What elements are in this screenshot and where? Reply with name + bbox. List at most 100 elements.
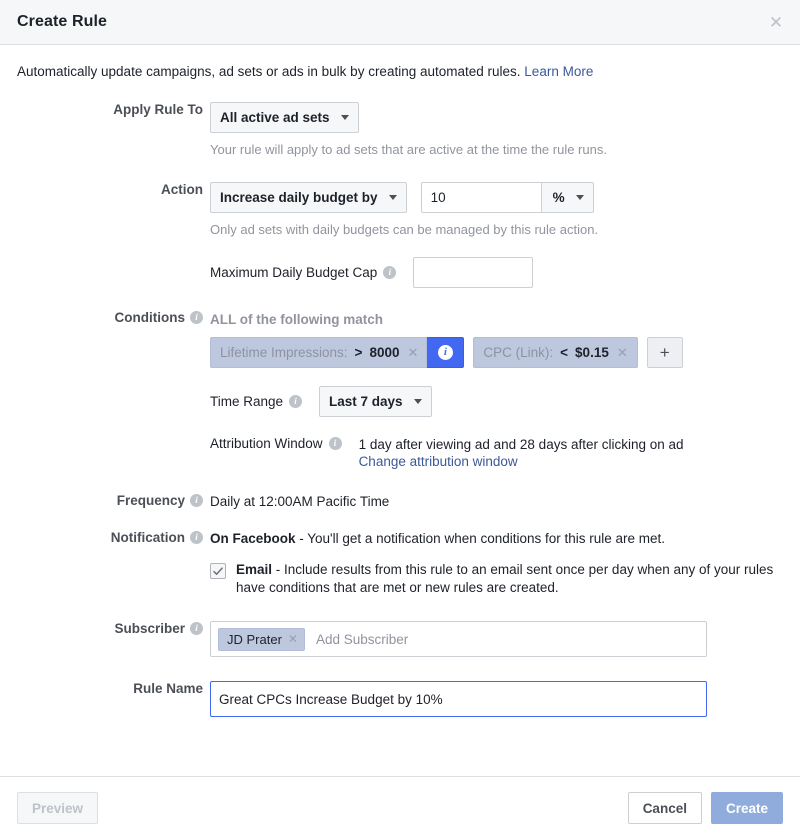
action-field: Increase daily budget by % Only ad sets … xyxy=(210,182,783,288)
condition-operator: > xyxy=(354,345,363,360)
learn-more-link[interactable]: Learn More xyxy=(524,64,593,79)
subscriber-row: Subscriber i JD Prater ✕ Add Subscriber xyxy=(17,621,783,657)
condition-value: 8000 xyxy=(369,345,400,360)
email-notification-text: Email - Include results from this rule t… xyxy=(236,561,783,597)
notification-label-wrap: Notification i xyxy=(17,530,210,545)
info-icon[interactable]: i xyxy=(190,311,203,324)
subscriber-pill-name: JD Prater xyxy=(227,631,282,647)
info-icon: i xyxy=(437,345,453,360)
condition-operator: < xyxy=(560,345,569,360)
chevron-down-icon xyxy=(388,195,397,200)
conditions-label-wrap: Conditions i xyxy=(17,310,210,325)
remove-condition-icon[interactable]: ✕ xyxy=(617,345,628,361)
apply-rule-to-label: Apply Rule To xyxy=(113,102,203,117)
apply-rule-to-helper: Your rule will apply to ad sets that are… xyxy=(210,142,607,157)
apply-rule-to-field: All active ad sets Your rule will apply … xyxy=(210,102,783,158)
frequency-row: Frequency i Daily at 12:00AM Pacific Tim… xyxy=(17,493,783,510)
subscriber-field: JD Prater ✕ Add Subscriber xyxy=(210,621,783,657)
condition-metric: Lifetime Impressions: xyxy=(220,345,348,360)
rule-name-input[interactable] xyxy=(210,681,707,717)
remove-subscriber-icon[interactable]: ✕ xyxy=(288,632,298,646)
rule-name-label: Rule Name xyxy=(133,681,203,696)
footer-actions: Cancel Create xyxy=(627,792,783,824)
notification-label: Notification xyxy=(110,530,185,545)
subscriber-placeholder: Add Subscriber xyxy=(315,631,409,647)
action-controls: Increase daily budget by % xyxy=(210,182,783,213)
frequency-label-wrap: Frequency i xyxy=(17,493,210,508)
action-amount-input[interactable] xyxy=(420,182,541,213)
attribution-window-row: Attribution Window i 1 day after viewing… xyxy=(210,436,783,469)
chevron-down-icon xyxy=(413,399,422,404)
intro-text: Automatically update campaigns, ad sets … xyxy=(17,45,783,86)
action-unit-value: % xyxy=(552,190,565,205)
page-title: Create Rule xyxy=(17,13,108,30)
dialog-footer: Preview Cancel Create xyxy=(0,776,800,839)
dialog-header: Create Rule ✕ xyxy=(0,0,800,45)
chevron-down-icon xyxy=(575,195,584,200)
cancel-button[interactable]: Cancel xyxy=(627,792,702,824)
rule-name-row: Rule Name xyxy=(17,681,783,717)
budget-cap-label-wrap: Maximum Daily Budget Cap i xyxy=(210,265,397,280)
facebook-notification-desc: - You'll get a notification when conditi… xyxy=(295,531,666,546)
email-checkbox[interactable] xyxy=(210,563,226,579)
action-helper: Only ad sets with daily budgets can be m… xyxy=(210,222,599,237)
condition-token-group: Lifetime Impressions: > 8000 ✕ i xyxy=(210,337,465,368)
condition-token[interactable]: Lifetime Impressions: > 8000 ✕ xyxy=(210,337,428,368)
attribution-value-block: 1 day after viewing ad and 28 days after… xyxy=(359,436,684,469)
budget-cap-label: Maximum Daily Budget Cap xyxy=(210,265,378,280)
apply-rule-to-select[interactable]: All active ad sets xyxy=(210,102,359,133)
subscriber-input[interactable]: JD Prater ✕ Add Subscriber xyxy=(210,621,707,657)
time-range-label: Time Range xyxy=(210,394,284,409)
subscriber-pill[interactable]: JD Prater ✕ xyxy=(218,627,305,651)
condition-token[interactable]: CPC (Link): < $0.15 ✕ xyxy=(473,337,638,368)
condition-token-group: CPC (Link): < $0.15 ✕ xyxy=(473,337,638,368)
attribution-window-label: Attribution Window xyxy=(210,436,323,451)
info-icon[interactable]: i xyxy=(190,531,203,544)
condition-info-button[interactable]: i xyxy=(427,337,465,368)
budget-cap-input[interactable] xyxy=(413,257,534,288)
notification-field: On Facebook - You'll get a notification … xyxy=(210,530,783,597)
info-icon[interactable]: i xyxy=(190,622,203,635)
close-icon[interactable]: ✕ xyxy=(766,12,786,32)
condition-token-list: Lifetime Impressions: > 8000 ✕ i CPC (Li… xyxy=(210,337,783,368)
preview-button[interactable]: Preview xyxy=(17,792,99,824)
time-range-value: Last 7 days xyxy=(329,394,403,409)
condition-value: $0.15 xyxy=(575,345,609,360)
action-unit-select[interactable]: % xyxy=(540,182,594,213)
action-type-select[interactable]: Increase daily budget by xyxy=(210,182,407,213)
apply-rule-to-row: Apply Rule To All active ad sets Your ru… xyxy=(17,102,783,158)
budget-cap-row: Maximum Daily Budget Cap i xyxy=(210,257,783,288)
time-range-label-wrap: Time Range i xyxy=(210,394,303,409)
attribution-label-wrap: Attribution Window i xyxy=(210,436,342,451)
action-label: Action xyxy=(161,182,203,197)
rule-name-field xyxy=(210,681,783,717)
add-condition-button[interactable]: + xyxy=(646,337,683,368)
info-icon[interactable]: i xyxy=(328,437,342,450)
subscriber-label: Subscriber xyxy=(114,621,185,636)
frequency-label: Frequency xyxy=(116,493,185,508)
email-notification-title: Email xyxy=(236,562,273,577)
facebook-notification-text: On Facebook - You'll get a notification … xyxy=(210,530,783,547)
facebook-notification-title: On Facebook xyxy=(210,531,296,546)
info-icon[interactable]: i xyxy=(289,395,303,408)
email-notification-row: Email - Include results from this rule t… xyxy=(210,561,783,597)
info-icon[interactable]: i xyxy=(383,266,397,279)
action-amount-group: % xyxy=(420,182,594,213)
info-icon[interactable]: i xyxy=(190,494,203,507)
create-button[interactable]: Create xyxy=(710,792,783,824)
checkmark-icon xyxy=(213,566,223,575)
attribution-window-value: 1 day after viewing ad and 28 days after… xyxy=(358,437,684,452)
action-row: Action Increase daily budget by % xyxy=(17,182,783,288)
time-range-row: Time Range i Last 7 days xyxy=(210,386,783,417)
time-range-select[interactable]: Last 7 days xyxy=(319,386,432,417)
notification-row: Notification i On Facebook - You'll get … xyxy=(17,530,783,597)
conditions-row: Conditions i ALL of the following match … xyxy=(17,310,783,469)
change-attribution-window-link[interactable]: Change attribution window xyxy=(359,454,684,469)
remove-condition-icon[interactable]: ✕ xyxy=(407,345,418,361)
condition-metric: CPC (Link): xyxy=(483,345,554,360)
conditions-field: ALL of the following match Lifetime Impr… xyxy=(210,310,783,469)
dialog-body: Automatically update campaigns, ad sets … xyxy=(0,45,800,776)
frequency-value: Daily at 12:00AM Pacific Time xyxy=(210,494,390,509)
subscriber-label-wrap: Subscriber i xyxy=(17,621,210,636)
chevron-down-icon xyxy=(340,115,349,120)
